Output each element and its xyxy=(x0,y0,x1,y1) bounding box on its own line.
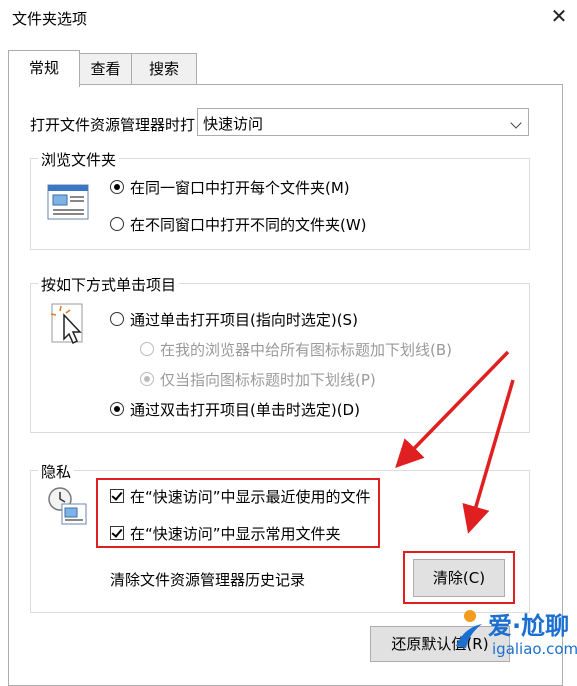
annotation-arrows xyxy=(395,350,515,534)
arrow-to-clear-button xyxy=(462,379,515,534)
watermark-brand: 爱·尬聊 xyxy=(488,612,570,640)
watermark: 爱·尬聊 igaliao.com xyxy=(448,600,577,670)
content-layer: 打开文件资源管理器时打 快速访问 浏览文件夹 在同一窗口中打开每个文件夹(M) … xyxy=(0,0,577,675)
watermark-logo-icon xyxy=(456,610,482,648)
watermark-url: igaliao.com xyxy=(492,640,577,658)
